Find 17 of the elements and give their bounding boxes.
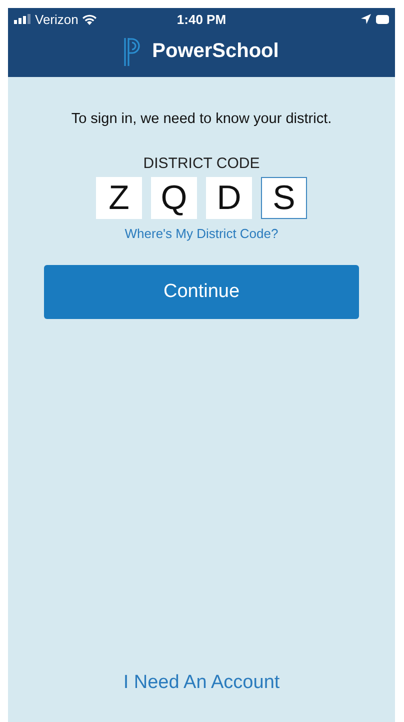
app-title: PowerSchool [152,40,279,63]
signal-icon [14,14,31,24]
code-input-field[interactable]: Z [96,177,142,219]
carrier-name: Verizon [35,12,78,26]
logo-icon [124,36,142,66]
continue-button[interactable]: Continue [44,265,359,319]
account-link[interactable]: I Need An Account [123,672,280,694]
wifi-icon [82,14,98,24]
code-input-field[interactable]: D [206,177,252,219]
help-link[interactable]: Where's My District Code? [124,226,278,241]
code-input-field[interactable]: Q [151,177,197,219]
location-arrow-icon [361,14,371,24]
battery-icon [375,14,389,24]
code-input-field[interactable]: S [261,177,307,219]
field-label: DISTRICT CODE [143,155,260,172]
prompt-text: To sign in, we need to know your district. [71,111,332,127]
status-time: 1:40 PM [176,12,226,26]
